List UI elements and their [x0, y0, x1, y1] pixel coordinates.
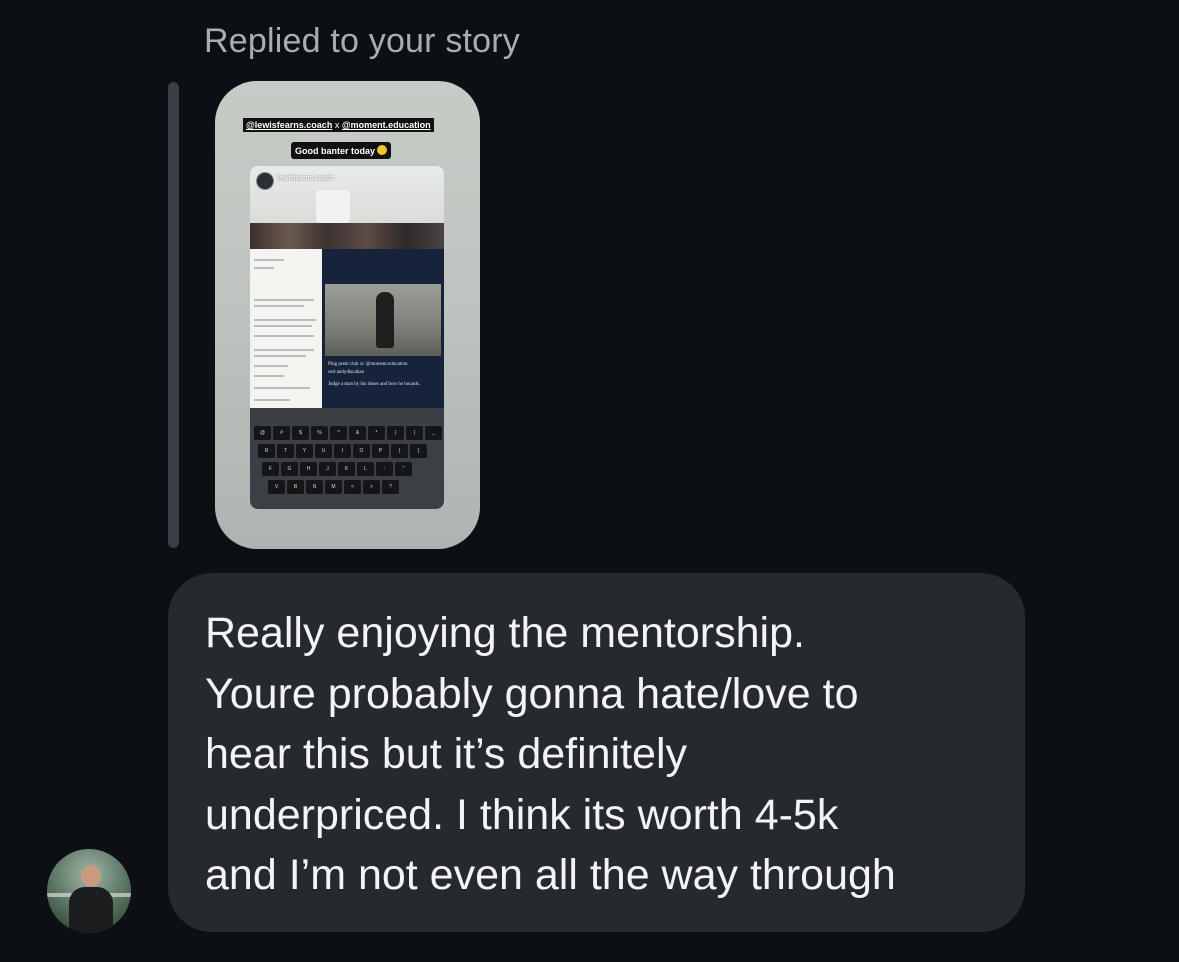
doc-line	[254, 259, 284, 261]
story-preview-card[interactable]: @lewisfearns.coach x @moment.education G…	[215, 81, 480, 549]
document-panel	[250, 249, 322, 408]
keyboard-key: B	[287, 480, 304, 494]
keyboard-key: J	[319, 462, 336, 476]
keyboard-key: #	[273, 426, 290, 440]
keyboard-key: *	[368, 426, 385, 440]
keyboard-key: <	[344, 480, 361, 494]
keyboard-key: U	[315, 444, 332, 458]
avatar-head	[81, 865, 101, 887]
doc-line	[254, 349, 314, 351]
keyboard-key: _	[425, 426, 442, 440]
keyboard-key: R	[258, 444, 275, 458]
message-bubble[interactable]: Really enjoying the mentorship. Youre pr…	[168, 573, 1025, 932]
inner-username: lewisfearns.coach	[278, 175, 334, 182]
doc-line	[254, 387, 310, 389]
mention-separator: x	[334, 120, 340, 130]
video-caption-3: Judge a man by his shoes and how he boun…	[328, 382, 420, 387]
replied-to-story-label: Replied to your story	[204, 22, 521, 60]
doc-line	[254, 335, 314, 337]
keyboard-key: @	[254, 426, 271, 440]
laptop-screen: Plug prem club xc @moment.education sod·…	[250, 223, 444, 408]
keyboard-key: K	[338, 462, 355, 476]
keyboard-key: $	[292, 426, 309, 440]
person-figure	[376, 292, 394, 348]
keyboard-key: T	[277, 444, 294, 458]
message-text: Really enjoying the mentorship. Youre pr…	[205, 609, 896, 899]
keyboard-key: N	[306, 480, 323, 494]
keyboard-key: V	[268, 480, 285, 494]
keyboard-key: L	[357, 462, 374, 476]
doc-line	[254, 325, 312, 327]
video-call-strip	[250, 223, 444, 249]
story-mention-tags: @lewisfearns.coach x @moment.education	[243, 118, 434, 132]
keyboard-key: ?	[382, 480, 399, 494]
keyboard-key: >	[363, 480, 380, 494]
doc-line	[254, 305, 304, 307]
mention-tag-moment-education: @moment.education	[341, 120, 431, 130]
keyboard-key: H	[300, 462, 317, 476]
video-caption-1: Plug prem club xc @moment.education	[328, 362, 408, 367]
keyboard-key: Y	[296, 444, 313, 458]
grinning-emoji-icon	[377, 145, 388, 155]
laptop-keyboard: @ # $% ^ & *() _ R T Y U I O P{} F G H J K L: " V B N M < >?	[250, 420, 444, 509]
doc-line	[254, 399, 290, 401]
lamp-shape	[316, 190, 350, 223]
keyboard-key: P	[372, 444, 389, 458]
keyboard-key: %	[311, 426, 328, 440]
mention-tag-lewisfearns: @lewisfearns.coach	[246, 120, 333, 130]
reply-quote-bar	[168, 82, 179, 548]
doc-line	[254, 299, 314, 301]
video-caption-2: sod·andydlacahan	[328, 370, 365, 375]
doc-line	[254, 267, 274, 269]
keyboard-key: I	[334, 444, 351, 458]
keyboard-key: )	[406, 426, 423, 440]
doc-line	[254, 375, 284, 377]
keyboard-key: &	[349, 426, 366, 440]
shared-post-preview: lewisfearns.coach Plug prem club xc @mom…	[250, 166, 444, 509]
laptop-hinge	[250, 408, 444, 420]
keyboard-key: G	[281, 462, 298, 476]
keyboard-key: "	[395, 462, 412, 476]
keyboard-key: O	[353, 444, 370, 458]
story-caption-text: Good banter today	[295, 146, 376, 156]
keyboard-key: M	[325, 480, 342, 494]
keyboard-key: (	[387, 426, 404, 440]
avatar-body	[69, 887, 113, 933]
keyboard-key: }	[410, 444, 427, 458]
inner-avatar-icon	[256, 172, 274, 190]
doc-line	[254, 319, 316, 321]
keyboard-key: :	[376, 462, 393, 476]
doc-line	[254, 355, 306, 357]
story-caption-sticker: Good banter today	[291, 142, 392, 159]
keyboard-key: {	[391, 444, 408, 458]
doc-line	[254, 365, 288, 367]
keyboard-key: ^	[330, 426, 347, 440]
sender-avatar[interactable]	[47, 849, 131, 933]
keyboard-key: F	[262, 462, 279, 476]
